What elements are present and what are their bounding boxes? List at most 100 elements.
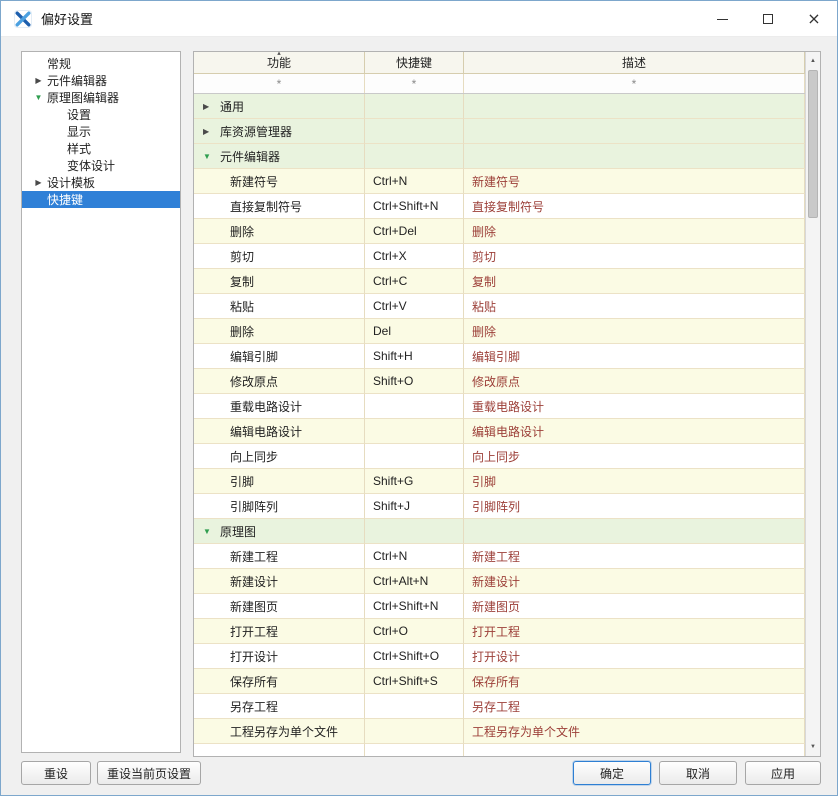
- table-row[interactable]: 新建图页Ctrl+Shift+N新建图页: [194, 594, 805, 619]
- cell-shortcut: Ctrl+Alt+N: [365, 569, 464, 594]
- filter-description-input[interactable]: *: [464, 74, 805, 93]
- sidebar-item-design-template[interactable]: ▶设计模板: [22, 174, 180, 191]
- table-row[interactable]: 编辑引脚Shift+H编辑引脚: [194, 344, 805, 369]
- cell-shortcut: [365, 719, 464, 744]
- scroll-down-icon[interactable]: ▼: [806, 739, 820, 755]
- table-row[interactable]: 保存所有Ctrl+Shift+S保存所有: [194, 669, 805, 694]
- cell-description: [464, 94, 805, 119]
- table-row[interactable]: 重载电路设计重载电路设计: [194, 394, 805, 419]
- cancel-button[interactable]: 取消: [659, 761, 737, 785]
- cell-shortcut: Shift+O: [365, 369, 464, 394]
- cell-function: 复制: [194, 269, 365, 294]
- scrollbar-thumb[interactable]: [808, 70, 818, 218]
- sidebar-item-component-editor[interactable]: ▶元件编辑器: [22, 72, 180, 89]
- table-row[interactable]: 新建符号Ctrl+N新建符号: [194, 169, 805, 194]
- cell-function: 新建工程: [194, 544, 365, 569]
- sidebar-item-schematic-editor[interactable]: ▼原理图编辑器: [22, 89, 180, 106]
- cell-shortcut: Ctrl+O: [365, 619, 464, 644]
- sidebar-item-display[interactable]: 显示: [22, 123, 180, 140]
- column-label: 描述: [622, 54, 646, 71]
- apply-button[interactable]: 应用: [745, 761, 821, 785]
- table-row[interactable]: 删除Del删除: [194, 319, 805, 344]
- sidebar-item-settings[interactable]: 设置: [22, 106, 180, 123]
- cell-description: 另存工程: [464, 694, 805, 719]
- table-row[interactable]: 删除Ctrl+Del删除: [194, 219, 805, 244]
- group-label: 元件编辑器: [220, 148, 280, 165]
- group-collapsed-icon[interactable]: ▶: [203, 102, 220, 111]
- table-row[interactable]: 编辑电路设计编辑电路设计: [194, 419, 805, 444]
- titlebar[interactable]: 偏好设置 ×: [1, 1, 837, 37]
- cell-function: 直接复制符号: [194, 194, 365, 219]
- reset-current-page-button[interactable]: 重设当前页设置: [97, 761, 201, 785]
- cell-shortcut: Shift+G: [365, 469, 464, 494]
- ok-button[interactable]: 确定: [573, 761, 651, 785]
- cell-shortcut: Shift+J: [365, 494, 464, 519]
- group-expanded-icon[interactable]: ▼: [203, 152, 220, 161]
- group-collapsed-icon[interactable]: ▶: [203, 127, 220, 136]
- close-icon: ×: [807, 11, 820, 27]
- cell-description: 剪切: [464, 244, 805, 269]
- cell-description: 编辑电路设计: [464, 419, 805, 444]
- table-row[interactable]: 打开工程Ctrl+O打开工程: [194, 619, 805, 644]
- table-group-row[interactable]: ▶通用: [194, 94, 805, 119]
- column-header-shortcut[interactable]: 快捷键: [365, 52, 464, 73]
- maximize-button[interactable]: [745, 1, 791, 37]
- sidebar-item-style[interactable]: 样式: [22, 140, 180, 157]
- preferences-dialog: 偏好设置 × 常规▶元件编辑器▼原理图编辑器设置显示样式变体设计▶设计模板快捷键…: [0, 0, 838, 796]
- group-label: 库资源管理器: [220, 123, 292, 140]
- table-group-row[interactable]: ▶库资源管理器: [194, 119, 805, 144]
- sidebar-item-general[interactable]: 常规: [22, 55, 180, 72]
- cell-function: 引脚: [194, 469, 365, 494]
- maximize-icon: [763, 14, 773, 24]
- cell-shortcut: [365, 94, 464, 119]
- close-button[interactable]: ×: [791, 1, 837, 37]
- cell-description: 复制: [464, 269, 805, 294]
- table-row[interactable]: 打开设计Ctrl+Shift+O打开设计: [194, 644, 805, 669]
- table-row[interactable]: 新建设计Ctrl+Alt+N新建设计: [194, 569, 805, 594]
- cell-function: 向上同步: [194, 444, 365, 469]
- tree-expanded-icon[interactable]: ▼: [31, 93, 46, 102]
- table-row[interactable]: 直接复制符号Ctrl+Shift+N直接复制符号: [194, 194, 805, 219]
- table-row[interactable]: 修改原点Shift+O修改原点: [194, 369, 805, 394]
- cell-function: 引脚阵列: [194, 494, 365, 519]
- column-header-description[interactable]: 描述: [464, 52, 805, 73]
- cell-empty: [194, 744, 365, 756]
- cell-function: 新建图页: [194, 594, 365, 619]
- sidebar-item-variant-design[interactable]: 变体设计: [22, 157, 180, 174]
- cell-shortcut: Ctrl+Shift+N: [365, 594, 464, 619]
- column-header-function[interactable]: ▴ 功能: [194, 52, 365, 73]
- table-group-row[interactable]: ▼原理图: [194, 519, 805, 544]
- table-row[interactable]: 剪切Ctrl+X剪切: [194, 244, 805, 269]
- table-row[interactable]: 新建工程Ctrl+N新建工程: [194, 544, 805, 569]
- cell-shortcut: Ctrl+V: [365, 294, 464, 319]
- table-row[interactable]: 引脚Shift+G引脚: [194, 469, 805, 494]
- minimize-button[interactable]: [699, 1, 745, 37]
- sidebar-item-shortcut-keys[interactable]: 快捷键: [22, 191, 180, 208]
- cell-function: 新建符号: [194, 169, 365, 194]
- window-controls: ×: [699, 1, 837, 37]
- table-row[interactable]: 另存工程 另存工程: [194, 694, 805, 719]
- group-expanded-icon[interactable]: ▼: [203, 527, 220, 536]
- cell-function: 打开设计: [194, 644, 365, 669]
- table-row[interactable]: 粘贴Ctrl+V粘贴: [194, 294, 805, 319]
- tree-collapsed-icon[interactable]: ▶: [31, 76, 46, 85]
- cell-description: 打开设计: [464, 644, 805, 669]
- reset-button[interactable]: 重设: [21, 761, 91, 785]
- table-row[interactable]: 复制Ctrl+C复制: [194, 269, 805, 294]
- scroll-up-icon[interactable]: ▲: [806, 53, 820, 69]
- tree-collapsed-icon[interactable]: ▶: [31, 178, 46, 187]
- cell-empty: [464, 744, 805, 756]
- cell-function: 另存工程: [194, 694, 365, 719]
- partial-row: [194, 744, 805, 756]
- vertical-scrollbar[interactable]: ▲ ▼: [805, 52, 820, 756]
- cell-shortcut: Ctrl+N: [365, 169, 464, 194]
- table-group-row[interactable]: ▼元件编辑器: [194, 144, 805, 169]
- table-row[interactable]: 引脚阵列Shift+J引脚阵列: [194, 494, 805, 519]
- sidebar-item-label: 元件编辑器: [46, 72, 107, 89]
- cell-description: 向上同步: [464, 444, 805, 469]
- filter-shortcut-input[interactable]: *: [365, 74, 464, 93]
- table-row[interactable]: 工程另存为单个文件工程另存为单个文件: [194, 719, 805, 744]
- filter-function-input[interactable]: *: [194, 74, 365, 93]
- cell-shortcut: Ctrl+C: [365, 269, 464, 294]
- table-row[interactable]: 向上同步 向上同步: [194, 444, 805, 469]
